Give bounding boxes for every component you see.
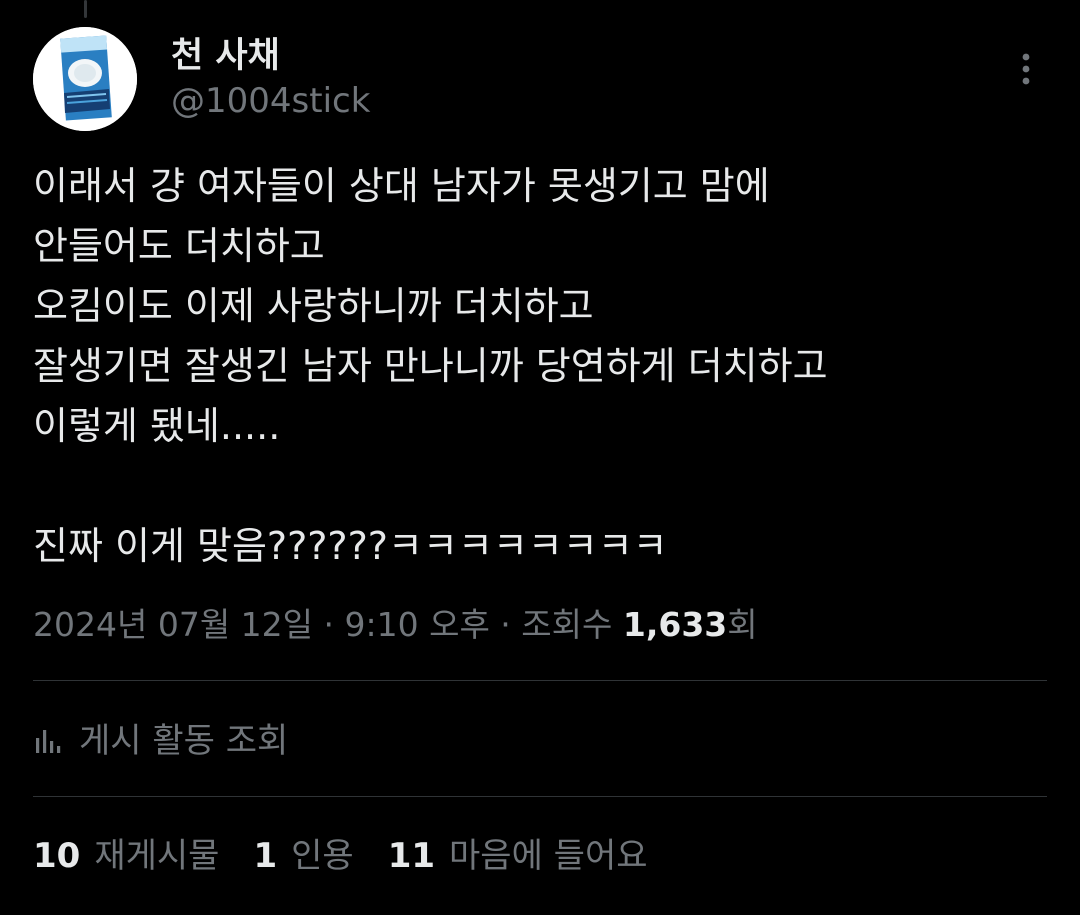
post-text-line: 이래서 걍 여자들이 상대 남자가 못생기고 맘에 [33,164,770,208]
post-text-line [33,456,1043,516]
post-text-line: 안들어도 더치하고 [33,224,325,268]
post-text-line: 오킴이도 이제 사랑하니까 더치하고 [33,284,594,328]
engagement-stats: 10 재게시물 1 인용 11 마음에 들어요 [33,831,682,881]
quotes-stat[interactable]: 1 인용 [253,831,353,881]
author-handle[interactable]: @1004stick [171,80,370,122]
post-text: 이래서 걍 여자들이 상대 남자가 못생기고 맘에 안들어도 더치하고 오킴이도… [33,156,1043,576]
post-metadata: 2024년 07월 12일 · 9:10 오후 · 조회수 1,633회 [33,601,758,649]
divider [33,796,1047,797]
bar-chart-icon [36,730,61,753]
post-timestamp[interactable]: 2024년 07월 12일 · 9:10 오후 · 조회수 [33,605,623,644]
post-text-line: 잘생기면 잘생긴 남자 만나니까 당연하게 더치하고 [33,344,828,388]
post-text-line: 이렇게 됐네..... [33,404,281,448]
likes-count: 11 [387,836,436,876]
divider [33,680,1047,681]
reposts-count: 10 [33,836,81,876]
author-display-name[interactable]: 천 사채 [171,34,280,78]
reposts-stat[interactable]: 10 재게시물 [33,831,219,881]
post-text-line: 진짜 이게 맞음??????ㅋㅋㅋㅋㅋㅋㅋㅋ [33,524,668,568]
view-count: 1,633 [622,605,728,644]
more-vertical-icon [1022,53,1030,85]
avatar-image [33,27,137,131]
view-post-activity-label: 게시 활동 조회 [79,721,289,761]
quotes-count: 1 [253,836,278,876]
reposts-label: 재게시물 [94,836,220,876]
view-count-suffix: 회 [727,605,758,644]
likes-stat[interactable]: 11 마음에 들어요 [388,831,648,881]
more-options-button[interactable] [1006,46,1046,92]
likes-label: 마음에 들어요 [449,836,648,876]
quotes-label: 인용 [291,836,354,876]
view-post-activity-button[interactable]: 게시 활동 조회 [33,715,288,767]
avatar[interactable] [33,27,137,131]
thread-connector-line [84,0,87,18]
